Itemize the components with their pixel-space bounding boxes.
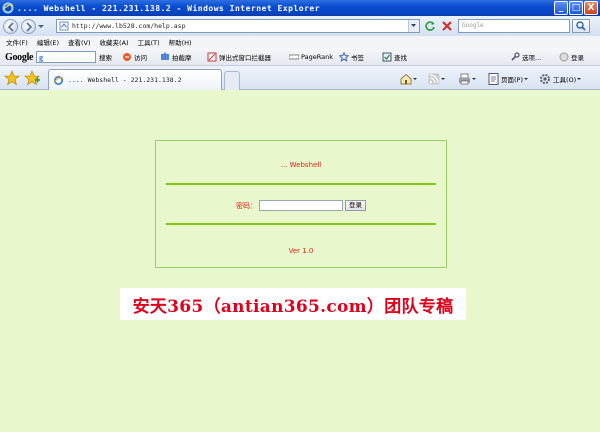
search-button[interactable] [572,19,590,33]
google-search-input[interactable]: g [36,51,96,63]
watermark-text: 安天365（antian365.com）团队专稿 [132,296,454,317]
ie-icon [2,2,14,14]
chevron-down-icon [413,78,417,80]
popup-blocker-icon [207,52,217,62]
panel-title: ... Webshell [280,161,322,169]
bottom-divider [166,223,436,225]
feeds-button[interactable] [428,73,446,85]
options-button[interactable]: 选项... [510,51,541,63]
top-divider [166,183,436,185]
magnifier-icon [576,21,586,31]
google-logo-text: Google [5,51,34,63]
wrench-icon [511,52,520,61]
page-icon [59,21,69,31]
menu-favorites[interactable]: 收藏夹(A) [100,37,129,47]
printer-icon [459,73,470,85]
check-label: 查找 [394,54,407,62]
google-logo: Google [5,51,34,63]
tools-menu-button[interactable]: 工具(O) [539,73,582,85]
chevron-down-icon [524,78,528,80]
password-row: 密码： 登录 [156,200,446,211]
password-label: 密码： [236,201,257,210]
menu-edit[interactable]: 编辑(E) [37,37,59,47]
address-dropdown-button[interactable] [408,20,419,32]
menu-bar: 文件(F) 编辑(E) 查看(V) 收藏夹(A) 工具(T) 帮助(H) [0,36,600,48]
login-submit-button[interactable]: 登录 [345,200,366,211]
back-button[interactable] [3,18,18,34]
password-input[interactable] [259,200,343,211]
add-favorite-icon[interactable] [24,70,40,86]
chevron-down-icon [472,78,476,80]
chevron-down-icon [411,24,416,27]
menu-help[interactable]: 帮助(H) [169,37,192,47]
login-label: 登录 [571,54,584,62]
forward-arrow-icon [26,21,33,32]
page-menu-label: 页面(P) [501,76,523,84]
search-input[interactable]: Google [458,19,570,33]
sidewiki-button[interactable]: 访问 [122,51,147,63]
chevron-down-icon [441,78,445,80]
google-toolbar: Google g 搜索 访问 拍截摩 弹出式窗口拦截器 PageRank 书签 … [0,48,600,66]
window-title: .... Webshell - 221.231.138.2 - Windows … [17,3,321,13]
address-row: http://www.lb528.com/help.asp Google [0,16,600,36]
tab-row: .... Webshell - 221.231.138.2 页面(P) 工具(O… [0,66,600,90]
popup-blocker-button[interactable]: 弹出式窗口拦截器 [207,51,271,63]
url-text[interactable]: http://www.lb528.com/help.asp [72,22,186,30]
favorites-star-icon[interactable] [4,70,20,86]
maximize-button[interactable]: □ [569,1,583,15]
check-button[interactable]: 查找 [382,51,407,63]
address-bar[interactable]: http://www.lb528.com/help.asp [56,19,420,33]
account-icon [559,52,569,62]
tab-label: .... Webshell - 221.231.138.2 [68,76,182,84]
print-button[interactable] [458,73,477,85]
bookmark-label: 书签 [351,54,364,62]
menu-tools[interactable]: 工具(T) [138,37,160,47]
puzzle-icon [161,52,169,60]
menu-view[interactable]: 查看(V) [68,37,91,47]
bookmark-button[interactable]: 书签 [339,51,364,63]
chevron-down-icon [577,78,582,80]
star-outline-icon [339,52,349,62]
bookmarks-label: 拍截摩 [172,54,192,62]
page-menu-icon [488,73,499,85]
sidewiki-label: 访问 [134,54,147,62]
google-g-icon: g [39,53,43,62]
login-button[interactable]: 登录 [559,51,584,63]
refresh-icon[interactable] [424,20,436,32]
window-controls: _ □ X [554,1,598,15]
version-text: Ver 1.0 [288,247,314,255]
title-bar: .... Webshell - 221.231.138.2 - Windows … [0,0,600,16]
search-placeholder: Google [462,22,484,29]
bookmarks-button[interactable]: 拍截摩 [160,51,192,63]
back-arrow-icon [7,21,14,32]
home-button[interactable] [400,73,418,85]
login-panel: ... Webshell 密码： 登录 Ver 1.0 [155,140,447,268]
watermark-banner: 安天365（antian365.com）团队专稿 [120,288,466,320]
tab-webshell[interactable]: .... Webshell - 221.231.138.2 [48,69,222,90]
sidewiki-icon [123,53,131,61]
check-icon [382,52,392,62]
home-icon [400,73,412,85]
history-dropdown-icon[interactable] [37,22,45,30]
tools-menu-label: 工具(O) [553,76,577,84]
ie-page-icon [53,75,64,85]
page-content: ... Webshell 密码： 登录 Ver 1.0 安天365（antian… [0,90,600,432]
page-menu-button[interactable]: 页面(P) [488,73,529,85]
rss-icon [428,73,440,85]
options-label: 选项... [522,54,542,62]
forward-button[interactable] [21,18,36,34]
stop-icon[interactable] [441,20,453,32]
gear-icon [540,74,550,84]
google-search-button[interactable]: 搜索 [99,51,112,63]
pagerank-icon [289,54,299,60]
minimize-button[interactable]: _ [554,1,568,15]
google-search-label: 搜索 [99,54,112,62]
menu-file[interactable]: 文件(F) [6,37,28,47]
popup-blocker-label: 弹出式窗口拦截器 [219,54,271,62]
pagerank-label: PageRank [301,53,333,61]
new-tab-button[interactable] [224,71,240,90]
pagerank-indicator[interactable]: PageRank [289,51,333,63]
close-button[interactable]: X [584,1,598,15]
